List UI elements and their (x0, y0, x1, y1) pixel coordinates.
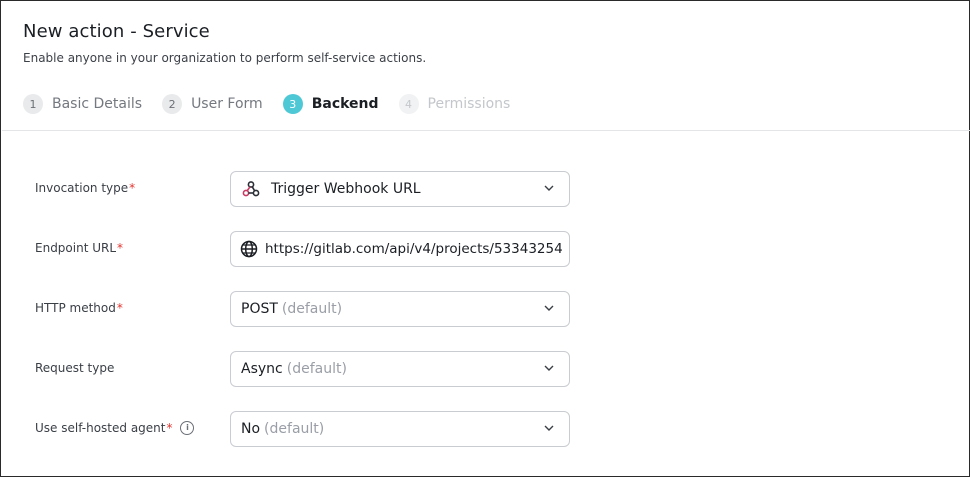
step-number: 2 (162, 94, 183, 114)
chevron-down-icon (544, 365, 554, 371)
default-suffix: (default) (281, 301, 343, 317)
step-number: 1 (23, 94, 43, 114)
self-hosted-agent-label: Use self-hosted agent * i (35, 421, 195, 435)
step-label: Permissions (427, 96, 511, 112)
invocation-type-label: Invocation type * (35, 181, 136, 195)
info-icon[interactable]: i (180, 421, 195, 435)
stepper: 1 Basic Details 2 User Form 3 Backend 4 … (23, 93, 530, 115)
http-method-value: POST (default) (241, 301, 343, 317)
step-user-form[interactable]: 2 User Form (162, 94, 263, 114)
step-label: Basic Details (52, 96, 143, 112)
http-method-select[interactable]: POST (default) (230, 291, 570, 327)
page-subtitle: Enable anyone in your organization to pe… (23, 51, 427, 65)
required-mark: * (117, 241, 124, 255)
header-divider (2, 130, 970, 131)
chevron-down-icon (544, 425, 554, 431)
endpoint-url-label: Endpoint URL * (35, 241, 124, 255)
invocation-type-value: Trigger Webhook URL (271, 181, 421, 197)
self-hosted-agent-select[interactable]: No (default) (230, 411, 570, 447)
request-type-value: Async (default) (241, 361, 347, 377)
required-mark: * (166, 421, 173, 435)
globe-icon (239, 239, 259, 259)
default-suffix: (default) (286, 361, 347, 377)
step-backend[interactable]: 3 Backend (282, 94, 379, 114)
request-type-row: Request type Async (default) (35, 351, 575, 387)
step-basic-details[interactable]: 1 Basic Details (23, 94, 142, 114)
required-mark: * (129, 181, 136, 195)
default-suffix: (default) (264, 421, 325, 437)
step-label: User Form (191, 96, 263, 112)
endpoint-url-row: Endpoint URL * (35, 231, 575, 267)
webhook-icon (241, 179, 261, 199)
self-hosted-agent-value: No (default) (241, 421, 325, 437)
header: New action - Service Enable anyone in yo… (23, 21, 426, 65)
required-mark: * (116, 301, 123, 315)
chevron-down-icon (544, 185, 554, 191)
step-number: 4 (398, 94, 419, 114)
invocation-type-row: Invocation type * Trigger Webhook URL (35, 171, 575, 207)
step-permissions: 4 Permissions (398, 94, 511, 114)
self-hosted-agent-row: Use self-hosted agent * i No (default) (35, 411, 575, 447)
endpoint-url-input[interactable] (265, 241, 565, 257)
request-type-select[interactable]: Async (default) (230, 351, 570, 387)
endpoint-url-field[interactable] (230, 231, 570, 267)
request-type-label: Request type (35, 361, 115, 375)
step-number: 3 (282, 94, 303, 114)
step-label: Backend (311, 96, 379, 112)
invocation-type-select[interactable]: Trigger Webhook URL (230, 171, 570, 207)
http-method-row: HTTP method * POST (default) (35, 291, 575, 327)
page-title: New action - Service (23, 21, 210, 42)
chevron-down-icon (544, 305, 554, 311)
http-method-label: HTTP method * (35, 301, 123, 315)
modal-panel: New action - Service Enable anyone in yo… (0, 0, 970, 477)
